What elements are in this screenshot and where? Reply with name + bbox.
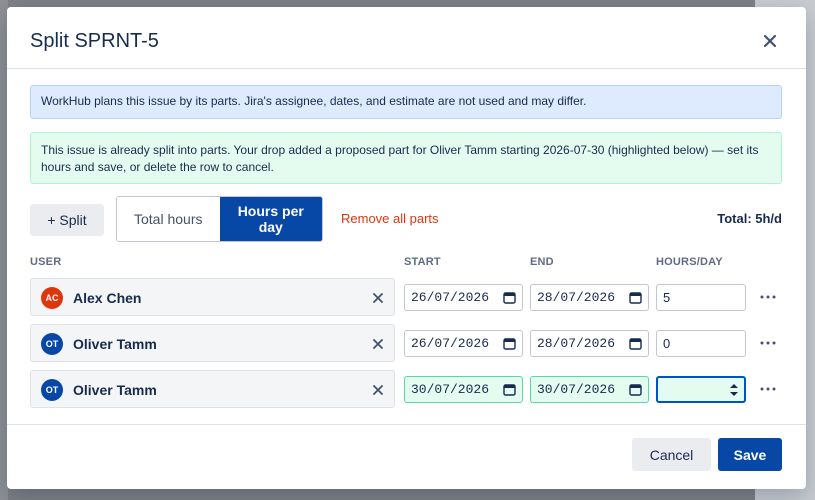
user-name: Alex Chen — [73, 290, 142, 306]
parts-toolbar: + Split Total hours Hours per day Remove… — [30, 196, 782, 242]
start-date-input[interactable]: 30/07/2026 — [404, 376, 523, 403]
end-date-value: 28/07/2026 — [537, 290, 616, 305]
clear-user-button[interactable] — [368, 288, 388, 308]
info-banner: WorkHub plans this issue by its parts. J… — [30, 85, 782, 119]
clear-user-button[interactable] — [368, 380, 388, 400]
proposed-part-row: OT Oliver Tamm 30/07/2026 30/07/2026 — [30, 370, 782, 408]
avatar: AC — [41, 287, 63, 309]
cancel-button[interactable]: Cancel — [632, 438, 711, 471]
column-header-hours: HOURS/DAY — [656, 256, 723, 268]
column-header-user: USER — [30, 256, 62, 268]
column-header-start: START — [404, 256, 441, 268]
hours-per-day-input[interactable] — [656, 376, 746, 403]
clear-icon — [373, 293, 383, 303]
user-picker[interactable]: OT Oliver Tamm — [30, 370, 395, 408]
mode-hours-per-day-button[interactable]: Hours per day — [219, 197, 322, 241]
row-more-button[interactable] — [757, 332, 779, 354]
estimate-mode-toggle: Total hours Hours per day — [116, 196, 323, 242]
dialog-header: Split SPRNT-5 — [7, 7, 806, 69]
start-date-value: 26/07/2026 — [411, 290, 490, 305]
calendar-icon — [503, 338, 516, 350]
calendar-icon — [503, 384, 516, 396]
row-more-button[interactable] — [757, 286, 779, 308]
avatar: OT — [41, 379, 63, 401]
user-picker[interactable]: OT Oliver Tamm — [30, 324, 395, 362]
user-name: Oliver Tamm — [73, 336, 157, 352]
hours-per-day-input[interactable]: 5 — [656, 284, 746, 311]
end-date-input[interactable]: 28/07/2026 — [530, 284, 649, 311]
clear-user-button[interactable] — [368, 334, 388, 354]
end-date-input[interactable]: 28/07/2026 — [530, 330, 649, 357]
calendar-icon — [629, 338, 642, 350]
column-header-end: END — [530, 256, 554, 268]
stepper-icon[interactable] — [729, 382, 739, 398]
clear-icon — [373, 339, 383, 349]
mode-total-hours-button[interactable]: Total hours — [117, 197, 220, 241]
user-picker[interactable]: AC Alex Chen — [30, 278, 395, 316]
user-name: Oliver Tamm — [73, 382, 157, 398]
end-date-value: 28/07/2026 — [537, 336, 616, 351]
calendar-icon — [503, 292, 516, 304]
save-button[interactable]: Save — [718, 438, 782, 471]
dialog-footer: Cancel Save — [7, 424, 806, 489]
dialog-title: Split SPRNT-5 — [30, 30, 159, 52]
start-date-input[interactable]: 26/07/2026 — [404, 284, 523, 311]
start-date-value: 30/07/2026 — [411, 382, 490, 397]
split-dialog: Split SPRNT-5 WorkHub plans this issue b… — [7, 7, 806, 489]
more-icon — [760, 387, 776, 391]
proposed-part-banner: This issue is already split into parts. … — [30, 132, 782, 184]
part-row: OT Oliver Tamm 26/07/2026 28/07/2026 0 — [30, 324, 782, 362]
start-date-input[interactable]: 26/07/2026 — [404, 330, 523, 357]
start-date-value: 26/07/2026 — [411, 336, 490, 351]
more-icon — [760, 295, 776, 299]
close-icon — [763, 34, 777, 48]
part-row: AC Alex Chen 26/07/2026 28/07/2026 5 — [30, 278, 782, 316]
end-date-value: 30/07/2026 — [537, 382, 616, 397]
avatar: OT — [41, 333, 63, 355]
calendar-icon — [629, 384, 642, 396]
remove-all-parts-link[interactable]: Remove all parts — [341, 211, 439, 226]
end-date-input[interactable]: 30/07/2026 — [530, 376, 649, 403]
close-button[interactable] — [760, 31, 780, 51]
clear-icon — [373, 385, 383, 395]
row-more-button[interactable] — [757, 378, 779, 400]
hours-per-day-input[interactable]: 0 — [656, 330, 746, 357]
add-split-button[interactable]: + Split — [30, 204, 104, 236]
more-icon — [760, 341, 776, 345]
calendar-icon — [629, 292, 642, 304]
total-hours: Total: 5h/d — [717, 211, 782, 226]
